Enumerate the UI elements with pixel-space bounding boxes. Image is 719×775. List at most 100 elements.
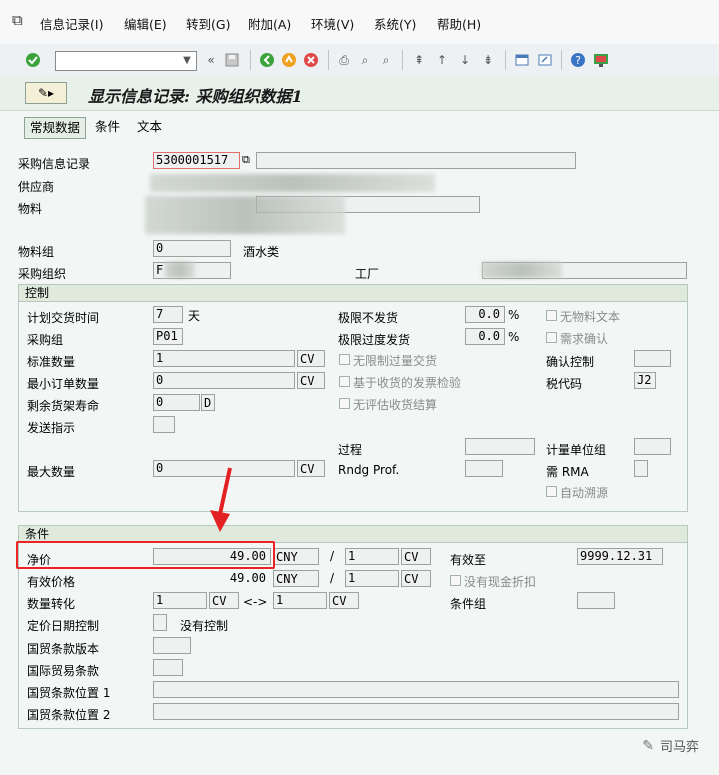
menu-help[interactable]: 帮助(H) bbox=[437, 14, 481, 33]
display-change-icon[interactable]: ✎▸ bbox=[25, 82, 67, 104]
toolbar-separator bbox=[328, 50, 329, 70]
shelf-life-label: 剩余货架寿命 bbox=[27, 399, 100, 413]
pricing-date-field[interactable] bbox=[153, 614, 167, 631]
back-icon[interactable] bbox=[258, 51, 276, 69]
chevron-down-icon[interactable]: ▼ bbox=[178, 51, 196, 69]
menu-system[interactable]: 系统(Y) bbox=[374, 14, 416, 33]
find-next-icon[interactable]: ⌕ bbox=[377, 51, 395, 69]
next-page-icon[interactable]: ↓ bbox=[456, 51, 474, 69]
menu-goto[interactable]: 转到(G) bbox=[186, 14, 230, 33]
title-bar: ✎▸ 显示信息记录: 采购组织数据1 bbox=[0, 76, 719, 111]
no-material-text-checkbox[interactable] bbox=[546, 310, 557, 321]
toolbar-separator bbox=[561, 50, 562, 70]
planned-delivery-field[interactable]: 7 bbox=[153, 306, 183, 323]
info-record-field[interactable]: 5300001517 bbox=[153, 152, 240, 169]
rma-required-field[interactable] bbox=[634, 460, 648, 477]
last-page-icon[interactable]: ⇟ bbox=[479, 51, 497, 69]
procedure-field[interactable] bbox=[465, 438, 535, 455]
find-icon[interactable]: ⌕ bbox=[356, 51, 374, 69]
standard-qty-field[interactable]: 1 bbox=[153, 350, 295, 367]
rounding-profile-field[interactable] bbox=[465, 460, 503, 477]
underdelivery-pct: % bbox=[508, 308, 520, 322]
tax-code-field[interactable]: J2 bbox=[634, 372, 656, 389]
menu-icon[interactable]: ⧉ bbox=[12, 11, 23, 29]
incoterms-location1-field[interactable] bbox=[153, 681, 679, 698]
eff-price-per-unit[interactable]: CV bbox=[401, 570, 431, 587]
unlimited-checkbox[interactable] bbox=[339, 354, 350, 365]
no-eval-gr-checkbox[interactable] bbox=[339, 398, 350, 409]
material-group-desc: 酒水类 bbox=[243, 245, 280, 259]
cancel-icon[interactable] bbox=[302, 51, 320, 69]
shipping-instr-field[interactable] bbox=[153, 416, 175, 433]
shortcut-icon[interactable] bbox=[536, 51, 554, 69]
tab-texts[interactable]: 文本 bbox=[132, 117, 167, 137]
max-qty-label: 最大数量 bbox=[27, 465, 76, 479]
max-qty-unit[interactable]: CV bbox=[297, 460, 325, 477]
copy-icon[interactable]: ⧉ bbox=[242, 153, 250, 167]
material-group-label: 物料组 bbox=[18, 245, 55, 259]
incoterms-version-label: 国贸条款版本 bbox=[27, 642, 100, 656]
overdelivery-label: 极限过度发货 bbox=[338, 333, 411, 347]
valid-to-field[interactable]: 9999.12.31 bbox=[577, 548, 663, 565]
pricing-date-label: 定价日期控制 bbox=[27, 619, 100, 633]
collapse-icon[interactable]: « bbox=[202, 51, 220, 69]
tab-general-data[interactable]: 常规数据 bbox=[24, 117, 87, 139]
toolbar-separator bbox=[250, 50, 251, 70]
shelf-life-unit[interactable]: D bbox=[201, 394, 215, 411]
incoterms-field[interactable] bbox=[153, 659, 183, 676]
qty-conversion-to-field[interactable]: 1 bbox=[273, 592, 327, 609]
exit-icon[interactable] bbox=[280, 51, 298, 69]
tab-conditions[interactable]: 条件 bbox=[90, 117, 125, 137]
enter-check-icon[interactable] bbox=[24, 51, 42, 69]
first-page-icon[interactable]: ⇞ bbox=[410, 51, 428, 69]
condition-group-field[interactable] bbox=[577, 592, 615, 609]
wechat-icon: ✎ bbox=[642, 737, 654, 754]
menu-edit[interactable]: 编辑(E) bbox=[124, 14, 167, 33]
no-cash-discount-checkbox[interactable] bbox=[450, 575, 461, 586]
min-order-qty-unit[interactable]: CV bbox=[297, 372, 325, 389]
customize-layout-icon[interactable] bbox=[592, 51, 610, 69]
new-session-icon[interactable] bbox=[513, 51, 531, 69]
qty-conversion-from-unit[interactable]: CV bbox=[209, 592, 239, 609]
eff-price-per-field[interactable]: 1 bbox=[345, 570, 399, 587]
menu-extras[interactable]: 附加(A) bbox=[248, 14, 291, 33]
material-redacted bbox=[145, 196, 345, 234]
menu-info-record[interactable]: 信息记录(I) bbox=[40, 14, 103, 33]
qty-conversion-from-field[interactable]: 1 bbox=[153, 592, 207, 609]
eff-price-currency[interactable]: CNY bbox=[273, 570, 319, 587]
min-order-qty-field[interactable]: 0 bbox=[153, 372, 295, 389]
incoterms-label: 国际贸易条款 bbox=[27, 664, 100, 678]
material-group-field[interactable]: 0 bbox=[153, 240, 231, 257]
command-field[interactable] bbox=[55, 51, 197, 71]
underdelivery-field[interactable]: 0.0 bbox=[465, 306, 505, 323]
purchasing-org-label: 采购组织 bbox=[18, 267, 67, 281]
purchasing-group-field[interactable]: P01 bbox=[153, 328, 183, 345]
incoterms-location2-field[interactable] bbox=[153, 703, 679, 720]
conf-control-field[interactable] bbox=[634, 350, 671, 367]
eff-price-field: 49.00 bbox=[153, 570, 271, 587]
shelf-life-field[interactable]: 0 bbox=[153, 394, 200, 411]
svg-text:?: ? bbox=[575, 54, 581, 67]
help-icon[interactable]: ? bbox=[569, 51, 587, 69]
net-price-currency[interactable]: CNY bbox=[273, 548, 319, 565]
planned-delivery-unit: 天 bbox=[188, 309, 201, 323]
vendor-redacted bbox=[150, 174, 435, 192]
overdelivery-field[interactable]: 0.0 bbox=[465, 328, 505, 345]
qty-conversion-to-unit[interactable]: CV bbox=[329, 592, 359, 609]
net-price-per-unit[interactable]: CV bbox=[401, 548, 431, 565]
standard-qty-unit[interactable]: CV bbox=[297, 350, 325, 367]
gr-based-iv-checkbox[interactable] bbox=[339, 376, 350, 387]
menu-environment[interactable]: 环境(V) bbox=[311, 14, 354, 33]
save-icon[interactable] bbox=[223, 51, 241, 69]
auto-sourcing-checkbox[interactable] bbox=[546, 486, 557, 497]
ack-required-checkbox[interactable] bbox=[546, 332, 557, 343]
purchasing-org-redacted bbox=[165, 262, 195, 278]
valid-to-label: 有效至 bbox=[450, 553, 487, 567]
uom-group-field[interactable] bbox=[634, 438, 671, 455]
previous-page-icon[interactable]: ↑ bbox=[433, 51, 451, 69]
toolbar-separator bbox=[402, 50, 403, 70]
net-price-per-field[interactable]: 1 bbox=[345, 548, 399, 565]
incoterms-version-field[interactable] bbox=[153, 637, 191, 654]
print-icon[interactable]: ⎙ bbox=[335, 51, 353, 69]
min-order-qty-label: 最小订单数量 bbox=[27, 377, 100, 391]
